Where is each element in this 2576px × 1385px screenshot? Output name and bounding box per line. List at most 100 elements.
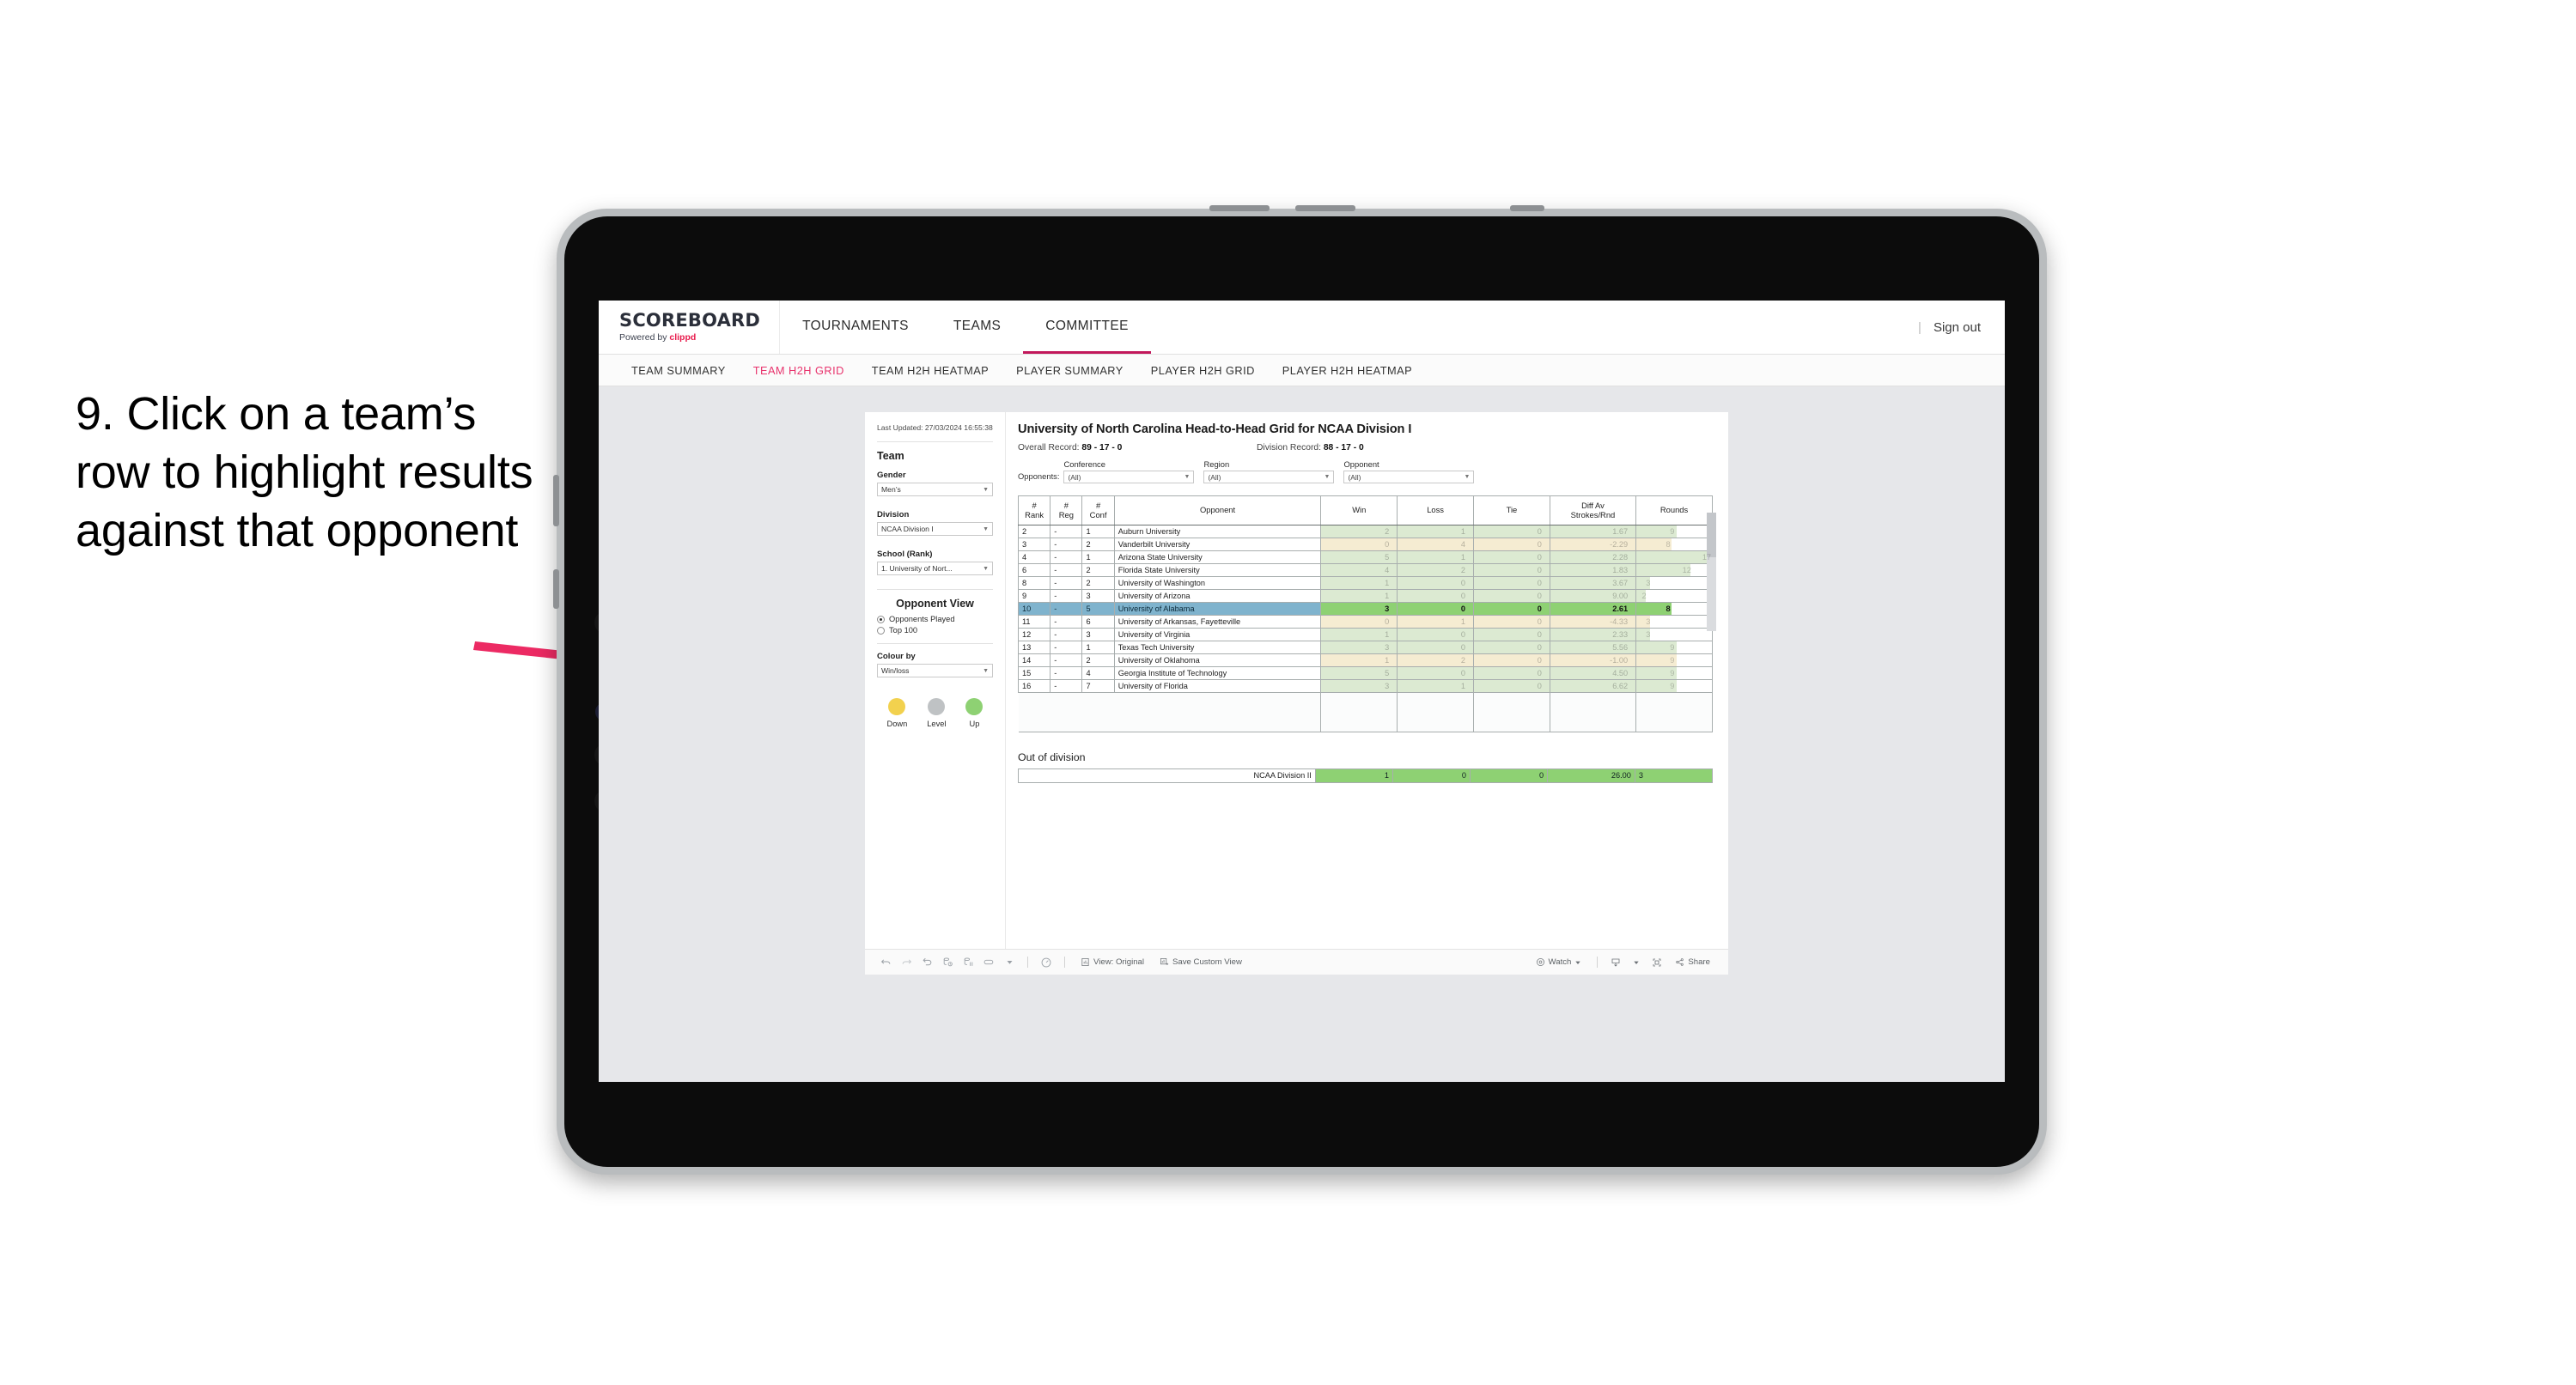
presentation-mode-icon[interactable] bbox=[978, 957, 999, 968]
cell-tie: 0 bbox=[1473, 589, 1550, 603]
cell-diff-value: 1.67 bbox=[1612, 527, 1629, 536]
sign-out-divider: | bbox=[1918, 319, 1921, 335]
table-row[interactable]: 2-1 Auburn University 2 1 0 1.67 9 bbox=[1017, 525, 1713, 538]
save-custom-view-button[interactable]: Save Custom View bbox=[1152, 957, 1250, 967]
cell-opponent: Florida State University bbox=[1113, 563, 1322, 577]
opponent-filter-select[interactable]: (All) ▼ bbox=[1343, 471, 1475, 483]
download-icon[interactable] bbox=[1605, 957, 1626, 968]
division-record-label: Division Record: bbox=[1257, 443, 1324, 453]
conference-filter-select[interactable]: (All) ▼ bbox=[1063, 471, 1195, 483]
division-select[interactable]: NCAA Division I ▼ bbox=[877, 522, 993, 537]
cell-rank: 14 bbox=[1017, 653, 1051, 667]
table-row[interactable]: 10-5 University of Alabama 3 0 0 2.61 8 bbox=[1017, 602, 1713, 616]
out-of-division-table: NCAA Division II 1 0 0 26.00 3 bbox=[1018, 768, 1714, 783]
brand-subtitle: Powered by clippd bbox=[619, 332, 760, 343]
subnav-team-summary[interactable]: TEAM SUMMARY bbox=[618, 364, 740, 377]
device-button-power bbox=[1510, 205, 1544, 211]
cell-diff: 2.28 bbox=[1549, 550, 1637, 564]
cell-rounds: 8 bbox=[1635, 538, 1713, 551]
opponent-filter-value: (All) bbox=[1348, 472, 1361, 482]
refresh-data-icon[interactable] bbox=[937, 957, 958, 968]
legend-label-down: Down bbox=[886, 720, 908, 729]
cell-rounds: 3 bbox=[1635, 576, 1713, 590]
table-row[interactable]: 8-2 University of Washington 1 0 0 3.67 3 bbox=[1017, 576, 1713, 590]
cell-diff-value: -4.33 bbox=[1610, 617, 1629, 626]
cell-diff: 4.50 bbox=[1549, 666, 1637, 680]
subnav-player-h2h-grid[interactable]: PLAYER H2H GRID bbox=[1137, 364, 1269, 377]
redo-icon[interactable] bbox=[896, 957, 917, 968]
col-rank-line2: Rank bbox=[1025, 509, 1044, 519]
cell-win-value: 4 bbox=[1385, 566, 1390, 574]
watch-button[interactable]: Watch bbox=[1528, 957, 1590, 967]
nav-tab-tournaments[interactable]: TOURNAMENTS bbox=[780, 301, 931, 354]
subnav-team-h2h-heatmap[interactable]: TEAM H2H HEATMAP bbox=[858, 364, 1002, 377]
cell-rounds-value: 9 bbox=[1670, 643, 1675, 652]
cell-conf: 2 bbox=[1081, 563, 1115, 577]
fullscreen-icon[interactable] bbox=[1647, 957, 1667, 968]
pause-updates-icon[interactable] bbox=[958, 957, 978, 968]
sidebar-divider-1 bbox=[877, 441, 993, 443]
nav-tab-committee[interactable]: COMMITTEE bbox=[1023, 301, 1151, 354]
table-row[interactable]: 11-6 University of Arkansas, Fayetteville… bbox=[1017, 615, 1713, 629]
out-of-division-row[interactable]: NCAA Division II 1 0 0 26.00 3 bbox=[1018, 768, 1714, 783]
cell-tie: 0 bbox=[1473, 653, 1550, 667]
colour-by-select[interactable]: Win/loss ▼ bbox=[877, 664, 993, 678]
filler-cell bbox=[1018, 692, 1050, 732]
brand-logo[interactable]: SCOREBOARD Powered by clippd bbox=[599, 301, 781, 354]
table-row[interactable]: 4-1 Arizona State University 5 1 0 2.28 17 bbox=[1017, 550, 1713, 564]
cell-conf: 4 bbox=[1081, 666, 1115, 680]
cell-rounds-value: 2 bbox=[1641, 592, 1647, 600]
cell-loss: 2 bbox=[1397, 653, 1474, 667]
sidebar-divider-2 bbox=[877, 589, 993, 591]
subnav-player-h2h-heatmap[interactable]: PLAYER H2H HEATMAP bbox=[1269, 364, 1426, 377]
table-row[interactable]: 6-2 Florida State University 4 2 0 1.83 12 bbox=[1017, 563, 1713, 577]
view-original-button[interactable]: View: Original bbox=[1073, 957, 1152, 967]
table-row[interactable]: 14-2 University of Oklahoma 1 2 0 -1.00 9 bbox=[1017, 653, 1713, 667]
radio-top-100[interactable]: Top 100 bbox=[877, 626, 993, 635]
table-row[interactable]: 15-4 Georgia Institute of Technology 5 0 0 4.… bbox=[1017, 666, 1713, 680]
nav-tab-teams[interactable]: TEAMS bbox=[931, 301, 1023, 354]
school-rank-select[interactable]: 1. University of Nort... ▼ bbox=[877, 562, 993, 576]
table-row[interactable]: 13-1 Texas Tech University 3 0 0 5.56 9 bbox=[1017, 641, 1713, 654]
cell-win-value: 3 bbox=[1385, 643, 1390, 652]
subnav-team-h2h-grid[interactable]: TEAM H2H GRID bbox=[740, 364, 858, 377]
cell-opponent: University of Alabama bbox=[1113, 602, 1322, 616]
cell-rounds: 9 bbox=[1635, 525, 1713, 538]
undo-icon[interactable] bbox=[875, 957, 896, 968]
share-button[interactable]: Share bbox=[1667, 957, 1718, 967]
cell-diff: 6.62 bbox=[1549, 679, 1637, 693]
cell-diff: -1.00 bbox=[1549, 653, 1637, 667]
cell-conf: 1 bbox=[1081, 550, 1115, 564]
gender-value: Men’s bbox=[881, 485, 901, 495]
table-row[interactable]: 9-3 University of Arizona 1 0 0 9.00 2 bbox=[1017, 589, 1713, 603]
cell-loss-value: 0 bbox=[1460, 604, 1465, 613]
cell-diff: 1.83 bbox=[1549, 563, 1637, 577]
page-root: 9. Click on a team’s row to highlight re… bbox=[0, 0, 2576, 1385]
table-row[interactable]: 3-2 Vanderbilt University 0 4 0 -2.29 8 bbox=[1017, 538, 1713, 551]
gender-select[interactable]: Men’s ▼ bbox=[877, 483, 993, 497]
cell-rounds-value: 9 bbox=[1670, 527, 1675, 536]
table-row[interactable]: 16-7 University of Florida 3 1 0 6.62 9 bbox=[1017, 679, 1713, 693]
alerts-icon[interactable] bbox=[1036, 957, 1057, 969]
table-row[interactable]: 12-3 University of Virginia 1 0 0 2.33 3 bbox=[1017, 628, 1713, 641]
sign-out-link[interactable]: Sign out bbox=[1934, 320, 1981, 335]
cell-rounds-value: 3 bbox=[1646, 617, 1651, 626]
col-win: Win bbox=[1320, 495, 1398, 525]
cell-opponent: University of Arkansas, Fayetteville bbox=[1113, 615, 1322, 629]
subnav-player-summary[interactable]: PLAYER SUMMARY bbox=[1002, 364, 1137, 377]
h2h-grid-body: 2-1 Auburn University 2 1 0 1.67 9 3-2 Vanderbil… bbox=[1017, 525, 1713, 732]
cell-diff: 3.67 bbox=[1549, 576, 1637, 590]
h2h-grid-head: # Rank # Reg # Conf Opponent Win Loss Tie D… bbox=[1017, 495, 1713, 525]
radio-opponents-played[interactable]: Opponents Played bbox=[877, 615, 993, 623]
opponent-filters: Opponents: Conference (All) ▼ Region (Al… bbox=[1018, 459, 1713, 483]
cell-tie-value: 0 bbox=[1537, 592, 1542, 600]
filter-sidebar: Last Updated: 27/03/2024 16:55:38 Team G… bbox=[865, 412, 1006, 949]
cell-win-value: 0 bbox=[1385, 617, 1390, 626]
revert-icon[interactable] bbox=[917, 957, 937, 968]
chevron-down-icon[interactable] bbox=[999, 958, 1020, 966]
region-filter-select[interactable]: (All) ▼ bbox=[1203, 471, 1335, 483]
chevron-down-icon[interactable] bbox=[1626, 959, 1647, 966]
cell-conf: 3 bbox=[1081, 589, 1115, 603]
toolbar-divider-3 bbox=[1597, 957, 1599, 968]
cell-rounds-value: 9 bbox=[1670, 682, 1675, 690]
